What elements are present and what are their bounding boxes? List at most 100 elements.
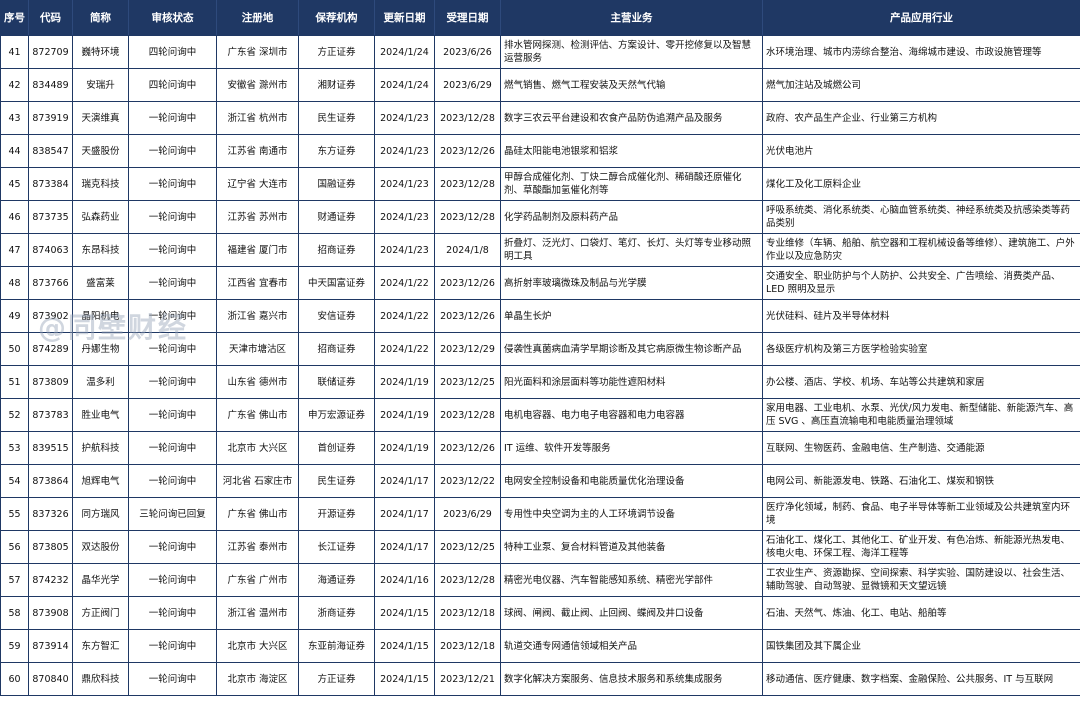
cell-review-status: 一轮问询中 (128, 266, 217, 300)
column-header: 注册地 (216, 0, 299, 36)
cell-registered-location: 江苏省 苏州市 (216, 200, 299, 234)
cell-application-industry: 光伏硅料、硅片及半导体材料 (762, 299, 1080, 333)
cell-short-name: 丹娜生物 (72, 332, 129, 366)
cell-code: 874063 (28, 233, 73, 267)
cell-review-status: 一轮问询中 (128, 101, 217, 135)
cell-main-business: 阳光面料和涂层面料等功能性遮阳材料 (500, 365, 763, 399)
cell-index: 46 (0, 200, 29, 234)
cell-code: 874289 (28, 332, 73, 366)
cell-code: 873809 (28, 365, 73, 399)
cell-short-name: 旭辉电气 (72, 464, 129, 498)
cell-review-status: 一轮问询中 (128, 563, 217, 597)
table-row: 60 870840 鼎欣科技 一轮问询中 北京市 海淀区 方正证券 2024/1/15 202… (0, 662, 1080, 696)
cell-review-status: 一轮问询中 (128, 167, 217, 201)
cell-update-date: 2024/1/22 (374, 332, 435, 366)
table-row: 54 873864 旭辉电气 一轮问询中 河北省 石家庄市 民生证券 2024/1/17 20… (0, 464, 1080, 498)
cell-registered-location: 北京市 大兴区 (216, 629, 299, 663)
cell-index: 51 (0, 365, 29, 399)
column-header: 代码 (28, 0, 73, 36)
cell-application-industry: 国铁集团及其下属企业 (762, 629, 1080, 663)
table-row: 41 872709 巍特环境 四轮问询中 广东省 深圳市 方正证券 2024/1/24 202… (0, 35, 1080, 69)
cell-code: 837326 (28, 497, 73, 531)
table-row: 47 874063 东昂科技 一轮问询中 福建省 厦门市 招商证券 2024/1/23 202… (0, 233, 1080, 267)
cell-accept-date: 2023/12/21 (434, 662, 501, 696)
cell-update-date: 2024/1/19 (374, 398, 435, 432)
cell-main-business: 精密光电仪器、汽车智能感知系统、精密光学部件 (500, 563, 763, 597)
cell-code: 839515 (28, 431, 73, 465)
cell-registered-location: 江西省 宜春市 (216, 266, 299, 300)
cell-application-industry: 专业维修（车辆、船舶、航空器和工程机械设备等维修）、建筑施工、户外作业以及应急防… (762, 233, 1080, 267)
cell-application-industry: 家用电器、工业电机、水泵、光伏/风力发电、新型储能、新能源汽车、高压 SVG 、… (762, 398, 1080, 432)
cell-application-industry: 各级医疗机构及第三方医学检验实验室 (762, 332, 1080, 366)
cell-update-date: 2024/1/17 (374, 464, 435, 498)
cell-index: 53 (0, 431, 29, 465)
cell-code: 873735 (28, 200, 73, 234)
cell-accept-date: 2023/12/28 (434, 167, 501, 201)
cell-review-status: 一轮问询中 (128, 134, 217, 168)
cell-application-industry: 光伏电池片 (762, 134, 1080, 168)
column-header: 更新日期 (374, 0, 435, 36)
cell-registered-location: 山东省 德州市 (216, 365, 299, 399)
cell-index: 59 (0, 629, 29, 663)
cell-main-business: 化学药品制剂及原料药产品 (500, 200, 763, 234)
cell-main-business: 球阀、闸阀、截止阀、止回阀、蝶阀及井口设备 (500, 596, 763, 630)
cell-index: 55 (0, 497, 29, 531)
cell-application-industry: 煤化工及化工原料企业 (762, 167, 1080, 201)
cell-code: 873919 (28, 101, 73, 135)
cell-registered-location: 安徽省 滁州市 (216, 68, 299, 102)
cell-main-business: 轨道交通专网通信领域相关产品 (500, 629, 763, 663)
cell-application-industry: 办公楼、酒店、学校、机场、车站等公共建筑和家居 (762, 365, 1080, 399)
cell-main-business: 排水管网探测、检测评估、方案设计、零开挖修复以及智慧运营服务 (500, 35, 763, 69)
cell-registered-location: 广东省 深圳市 (216, 35, 299, 69)
cell-sponsor: 方正证券 (298, 662, 375, 696)
cell-code: 873908 (28, 596, 73, 630)
cell-index: 48 (0, 266, 29, 300)
cell-sponsor: 湘财证券 (298, 68, 375, 102)
cell-short-name: 巍特环境 (72, 35, 129, 69)
cell-short-name: 护航科技 (72, 431, 129, 465)
cell-application-industry: 交通安全、职业防护与个人防护、公共安全、广告喷绘、消费类产品、LED 照明及显示 (762, 266, 1080, 300)
table-row: 55 837326 同方瑞风 三轮问询已回复 广东省 佛山市 开源证券 2024/1/17 2… (0, 497, 1080, 531)
cell-application-industry: 医疗净化领域，制药、食品、电子半导体等新工业领域及公共建筑室内环境 (762, 497, 1080, 531)
cell-review-status: 一轮问询中 (128, 299, 217, 333)
table-row: 48 873766 盛富莱 一轮问询中 江西省 宜春市 中天国富证券 2024/1/22 20… (0, 266, 1080, 300)
cell-registered-location: 浙江省 嘉兴市 (216, 299, 299, 333)
cell-main-business: 数字三农云平台建设和农食产品防伪追溯产品及服务 (500, 101, 763, 135)
cell-registered-location: 北京市 海淀区 (216, 662, 299, 696)
cell-sponsor: 中天国富证券 (298, 266, 375, 300)
cell-update-date: 2024/1/22 (374, 266, 435, 300)
cell-short-name: 弘森药业 (72, 200, 129, 234)
cell-registered-location: 广东省 佛山市 (216, 398, 299, 432)
cell-accept-date: 2023/12/29 (434, 332, 501, 366)
cell-code: 873864 (28, 464, 73, 498)
column-header: 主营业务 (500, 0, 763, 36)
table-row: 45 873384 瑞克科技 一轮问询中 辽宁省 大连市 国融证券 2024/1/23 202… (0, 167, 1080, 201)
cell-application-industry: 水环境治理、城市内涝综合整治、海绵城市建设、市政设施管理等 (762, 35, 1080, 69)
table-row: 53 839515 护航科技 一轮问询中 北京市 大兴区 首创证券 2024/1/19 202… (0, 431, 1080, 465)
cell-update-date: 2024/1/19 (374, 431, 435, 465)
cell-registered-location: 福建省 厦门市 (216, 233, 299, 267)
cell-short-name: 双达股份 (72, 530, 129, 564)
cell-short-name: 东昂科技 (72, 233, 129, 267)
column-header: 产品应用行业 (762, 0, 1080, 36)
cell-short-name: 晶华光学 (72, 563, 129, 597)
cell-update-date: 2024/1/15 (374, 596, 435, 630)
cell-short-name: 同方瑞风 (72, 497, 129, 531)
cell-main-business: IT 运维、软件开发等服务 (500, 431, 763, 465)
cell-short-name: 晶阳机电 (72, 299, 129, 333)
cell-short-name: 安瑞升 (72, 68, 129, 102)
cell-update-date: 2024/1/24 (374, 68, 435, 102)
cell-accept-date: 2023/12/25 (434, 365, 501, 399)
cell-update-date: 2024/1/22 (374, 299, 435, 333)
table-row: 51 873809 温多利 一轮问询中 山东省 德州市 联储证券 2024/1/19 2023… (0, 365, 1080, 399)
cell-index: 49 (0, 299, 29, 333)
cell-code: 870840 (28, 662, 73, 696)
table-row: 59 873914 东方智汇 一轮问询中 北京市 大兴区 东亚前海证券 2024/1/15 2… (0, 629, 1080, 663)
cell-update-date: 2024/1/15 (374, 662, 435, 696)
cell-update-date: 2024/1/17 (374, 530, 435, 564)
cell-review-status: 四轮问询中 (128, 35, 217, 69)
cell-accept-date: 2023/6/29 (434, 497, 501, 531)
ipo-review-table: 序号 代码 简称 审核状态 注册地 保荐机构 更新日期 受理日期 主营业务 产品应用行业 41 87… (0, 0, 1080, 696)
cell-registered-location: 北京市 大兴区 (216, 431, 299, 465)
cell-main-business: 侵袭性真菌病血清学早期诊断及其它病原微生物诊断产品 (500, 332, 763, 366)
